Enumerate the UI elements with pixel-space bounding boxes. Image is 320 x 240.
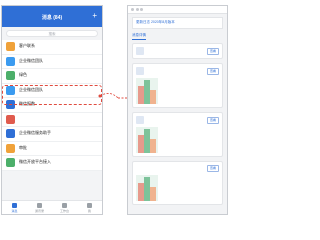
avatar (6, 158, 15, 168)
view-button[interactable]: 查看 (206, 67, 219, 75)
avatar (6, 129, 15, 139)
card-description (158, 175, 219, 201)
header-title: 消息 (84) (41, 15, 63, 21)
view-button[interactable]: 查看 (206, 116, 219, 124)
card-avatar (136, 47, 144, 55)
connector-dot (98, 94, 102, 98)
message-card[interactable]: 查看 (132, 43, 223, 59)
grid-icon (62, 203, 67, 208)
message-list-header: 消息 (84) + (2, 6, 102, 27)
chat-icon (12, 203, 17, 208)
person-icon (87, 203, 92, 208)
tab-me[interactable]: 我 (77, 201, 102, 214)
list-item[interactable]: 企业微信服务助手 (2, 127, 102, 142)
avatar (6, 42, 15, 52)
message-card[interactable]: 查看 (132, 63, 223, 108)
card-avatar (136, 67, 144, 75)
list-item[interactable]: 审批 (2, 141, 102, 156)
window-dots (131, 8, 143, 11)
highlight-box (2, 85, 102, 105)
avatar (6, 143, 15, 153)
tab-contacts[interactable]: 通讯录 (27, 201, 52, 214)
avatar (6, 56, 15, 66)
contacts-icon (37, 203, 42, 208)
tab-messages[interactable]: 消息 (2, 201, 27, 214)
avatar (6, 71, 15, 81)
list-item[interactable]: 企业微信团队 (2, 54, 102, 69)
message-list-phone: 消息 (84) + 搜索 客户联系 企业微信团队 绿色 企业微信团队 微信报数 (1, 5, 103, 215)
list-item[interactable] (2, 112, 102, 127)
card-description (161, 127, 219, 153)
card-avatar (136, 116, 144, 124)
view-button[interactable]: 查看 (206, 165, 219, 172)
add-icon[interactable]: + (92, 12, 97, 20)
tab-detail[interactable]: 消息详情 (132, 33, 146, 40)
avatar (6, 114, 15, 124)
building-illustration (136, 127, 158, 153)
message-card[interactable]: 查看 (132, 161, 223, 205)
notice-banner[interactable]: 更新日志 2020年8月版本 (132, 17, 223, 29)
connector-line (99, 93, 119, 99)
list-item[interactable]: 微信开放平台接入 (2, 156, 102, 171)
conversation-list: 客户联系 企业微信团队 绿色 企业微信团队 微信报数 企业微信服务助手 审批 微… (2, 40, 102, 171)
card-description (161, 78, 219, 104)
building-illustration (136, 175, 158, 201)
detail-tabs: 消息详情 (132, 33, 223, 40)
tab-workbench[interactable]: 工作台 (52, 201, 77, 214)
list-item[interactable]: 客户联系 (2, 40, 102, 55)
bottom-tab-bar: 消息 通讯录 工作台 我 (2, 200, 102, 214)
search-input[interactable]: 搜索 (6, 30, 98, 37)
building-illustration (136, 78, 158, 104)
message-card[interactable]: 查看 (132, 112, 223, 157)
detail-top-bar (128, 6, 227, 14)
list-item[interactable]: 绿色 (2, 69, 102, 84)
view-button[interactable]: 查看 (206, 47, 219, 55)
detail-phone: 更新日志 2020年8月版本 消息详情 查看 查看 查看 查看 (127, 5, 228, 215)
